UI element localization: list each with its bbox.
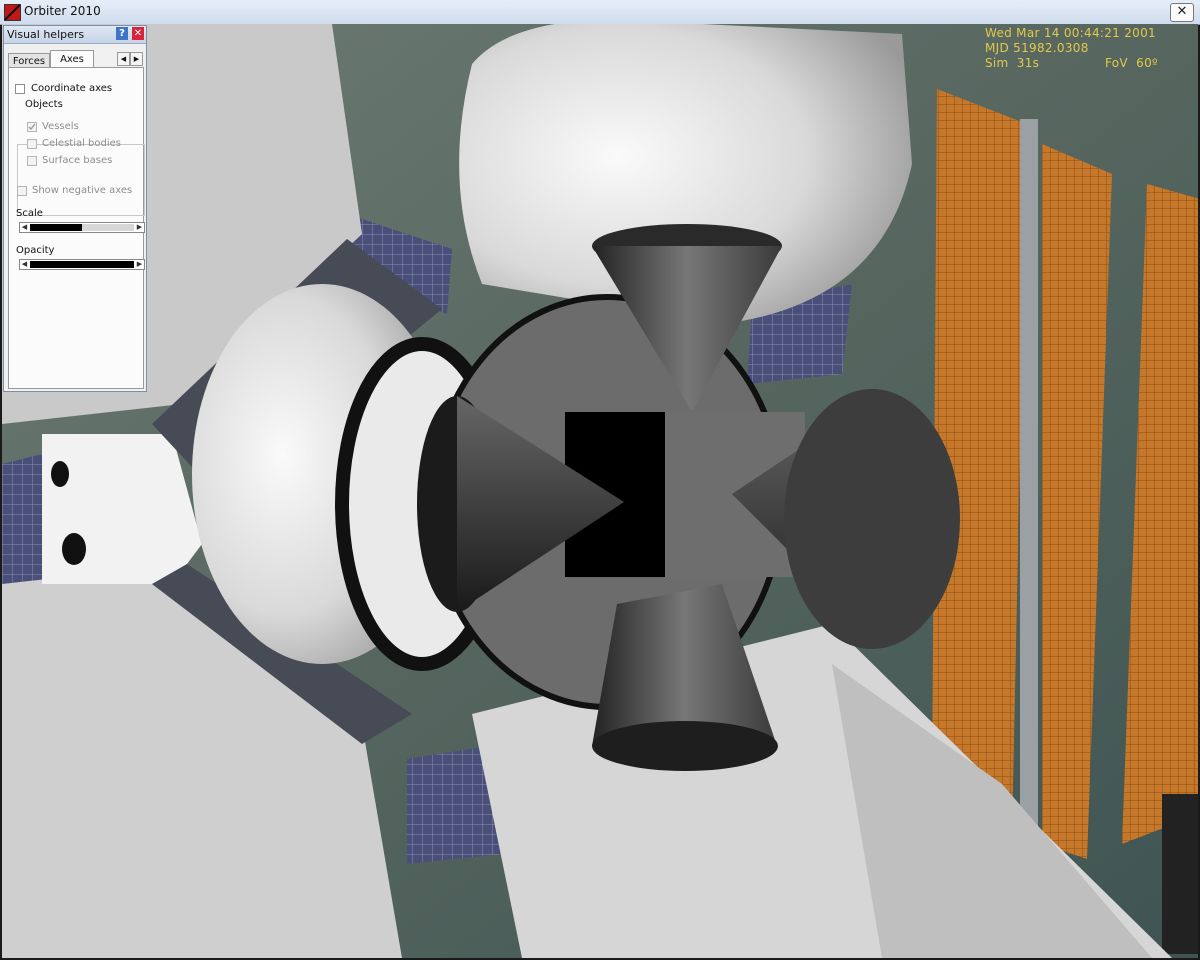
checkmark-icon: [28, 123, 36, 131]
celestial-bodies-label: Celestial bodies: [42, 138, 122, 149]
surface-bases-label: Surface bases: [42, 155, 113, 166]
tab-forces[interactable]: Forces: [8, 53, 50, 68]
window-title-bar: Orbiter 2010 ✕: [0, 0, 1200, 25]
scale-left-arrow-icon[interactable]: ◀: [20, 223, 29, 232]
opacity-left-arrow-icon[interactable]: ◀: [20, 260, 29, 269]
hud-sim-time: Sim 31s: [985, 56, 1040, 70]
surface-bases-checkbox[interactable]: [27, 156, 37, 166]
coordinate-axes-label: Coordinate axes: [31, 83, 113, 94]
coordinate-axes-checkbox[interactable]: [15, 84, 25, 94]
opacity-label: Opacity: [16, 245, 55, 256]
3d-viewport[interactable]: Wed Mar 14 00:44:21 2001 MJD 51982.0308 …: [2, 24, 1198, 958]
vessels-checkbox[interactable]: [27, 122, 37, 132]
show-negative-axes-label: Show negative axes: [32, 185, 133, 196]
hud-fov: FoV 60º: [1105, 56, 1158, 70]
scale-right-arrow-icon[interactable]: ▶: [135, 223, 144, 232]
dialog-close-icon[interactable]: ✕: [132, 27, 144, 40]
window-title: Orbiter 2010: [24, 4, 101, 18]
orbiter-app-icon: [4, 4, 21, 21]
scale-slider-track: [82, 224, 134, 231]
show-negative-axes-checkbox[interactable]: [17, 186, 27, 196]
opacity-slider-fill: [30, 261, 134, 268]
scene-render: [2, 24, 1198, 958]
scale-label: Scale: [16, 208, 43, 219]
scale-slider[interactable]: ◀ ▶: [19, 222, 145, 233]
axes-tab-panel: Coordinate axes Objects Vessels Celestia…: [8, 67, 145, 389]
hud-date: Wed Mar 14 00:44:21 2001: [985, 26, 1156, 40]
window-close-button[interactable]: ✕: [1170, 3, 1194, 22]
hud-mjd: MJD 51982.0308: [985, 41, 1089, 55]
opacity-slider[interactable]: ◀ ▶: [19, 259, 145, 270]
scale-slider-fill: [30, 224, 82, 231]
tab-scroll-right-icon[interactable]: ▶: [130, 52, 143, 66]
tab-axes[interactable]: Axes: [50, 50, 94, 68]
help-icon[interactable]: ?: [116, 27, 128, 40]
dialog-title: Visual helpers: [7, 28, 85, 41]
objects-group-label: Objects: [23, 99, 65, 110]
tab-scroll-left-icon[interactable]: ◀: [117, 52, 130, 66]
opacity-right-arrow-icon[interactable]: ▶: [135, 260, 144, 269]
celestial-bodies-checkbox[interactable]: [27, 139, 37, 149]
visual-helpers-dialog: Visual helpers ? ✕ Forces Axes ◀ ▶ Coord…: [3, 25, 147, 392]
dialog-title-bar[interactable]: Visual helpers ? ✕: [4, 26, 146, 44]
vessels-label: Vessels: [42, 121, 79, 132]
